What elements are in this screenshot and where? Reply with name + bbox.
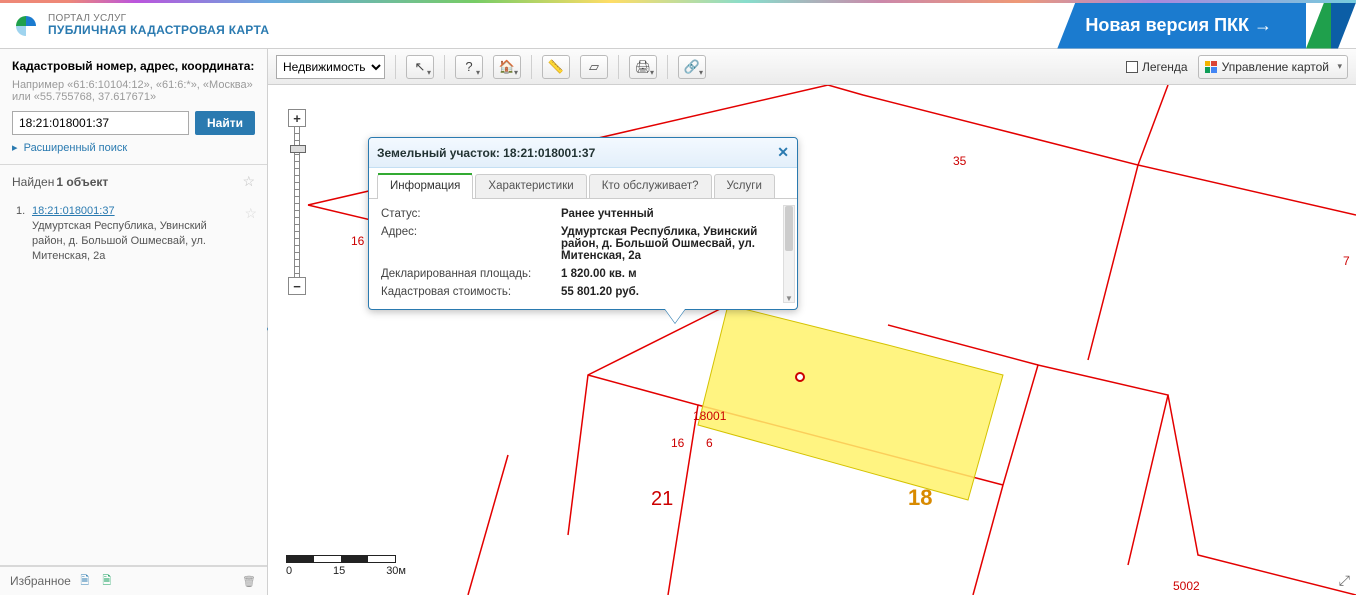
chevron-right-icon: ▸: [12, 142, 18, 154]
info-row: Адрес:Удмуртская Республика, Увинский ра…: [381, 223, 785, 265]
zoom-handle[interactable]: [290, 145, 306, 153]
help-tool[interactable]: ?: [455, 55, 483, 79]
scale-bar: 0 15 30м: [286, 555, 406, 577]
close-icon[interactable]: ✕: [777, 144, 789, 161]
grid-icon: [1205, 61, 1217, 73]
header-accent: [1306, 3, 1356, 49]
zoom-track[interactable]: [294, 127, 300, 277]
tab-info[interactable]: Информация: [377, 174, 473, 198]
info-row: Декларированная площадь:1 820.00 кв. м: [381, 265, 785, 283]
svg-text:5002: 5002: [1173, 579, 1200, 593]
link-tool[interactable]: 🔗: [678, 55, 706, 79]
app-title: ПУБЛИЧНАЯ КАДАСТРОВАЯ КАРТА: [48, 24, 269, 38]
fullscreen-icon[interactable]: ⤢: [1339, 572, 1350, 589]
tab-services[interactable]: Услуги: [714, 174, 775, 198]
zoom-in-button[interactable]: +: [288, 109, 306, 127]
new-version-button[interactable]: Новая версия ПКК →: [1057, 3, 1306, 49]
print-tool[interactable]: 🖨: [629, 55, 657, 79]
star-icon[interactable]: ☆: [242, 173, 255, 190]
svg-text:35: 35: [953, 154, 967, 168]
measure-area-tool[interactable]: ▱: [580, 55, 608, 79]
search-hint: Например «61:6:10104:12», «61:6:*», «Мос…: [0, 79, 267, 111]
svg-text:6: 6: [706, 436, 713, 450]
tab-characteristics[interactable]: Характеристики: [475, 174, 586, 198]
svg-text:7: 7: [1343, 254, 1350, 268]
map-toolbar: Недвижимость ↖ ? 🏠 📏 ▱ 🖨 🔗 Легенда: [268, 49, 1356, 85]
results-summary: Найден 1 объект ☆: [0, 165, 267, 198]
chevron-down-icon[interactable]: ▼: [784, 294, 794, 303]
legend-toggle[interactable]: Легенда: [1126, 60, 1188, 74]
sidebar: Кадастровый номер, адрес, координата: На…: [0, 49, 268, 595]
svg-text:18001: 18001: [693, 409, 727, 423]
result-cadastral-link[interactable]: 18:21:018001:37: [32, 204, 240, 219]
popup-tabs: Информация Характеристики Кто обслуживае…: [369, 168, 797, 199]
popup-title: Земельный участок: 18:21:018001:37: [377, 146, 595, 160]
logo-icon: [12, 12, 40, 40]
search-input[interactable]: [12, 111, 189, 135]
parcel-popup: Земельный участок: 18:21:018001:37 ✕ Инф…: [368, 137, 798, 310]
measure-line-tool[interactable]: 📏: [542, 55, 570, 79]
star-icon[interactable]: ☆: [244, 204, 257, 263]
pointer-tool[interactable]: ↖: [406, 55, 434, 79]
svg-text:16: 16: [671, 436, 685, 450]
search-button[interactable]: Найти: [195, 111, 255, 135]
result-number: 1.: [16, 204, 32, 263]
object-type-select[interactable]: Недвижимость: [276, 55, 385, 79]
advanced-search-link[interactable]: Расширенный поиск: [24, 142, 128, 154]
new-version-label: Новая версия ПКК →: [1085, 15, 1272, 36]
trash-icon[interactable]: 🗑: [241, 573, 257, 589]
manage-map-button[interactable]: Управление картой: [1198, 55, 1348, 79]
info-tool[interactable]: 🏠: [493, 55, 521, 79]
svg-text:16: 16: [351, 234, 365, 248]
favorites-label: Избранное: [10, 574, 71, 588]
result-item[interactable]: 1. 18:21:018001:37 Удмуртская Республика…: [0, 198, 267, 273]
app-header: ПОРТАЛ УСЛУГ ПУБЛИЧНАЯ КАДАСТРОВАЯ КАРТА…: [0, 3, 1356, 49]
popup-scrollbar[interactable]: ▲ ▼: [783, 205, 795, 303]
info-row: Статус:Ранее учтенный: [381, 205, 785, 223]
result-address: Удмуртская Республика, Увинский район, д…: [32, 219, 240, 264]
scroll-thumb[interactable]: [785, 206, 793, 251]
tab-serviced-by[interactable]: Кто обслуживает?: [589, 174, 712, 198]
checkbox-icon: [1126, 61, 1138, 73]
svg-text:18: 18: [908, 485, 932, 510]
zoom-control: + −: [288, 109, 306, 295]
logo-block[interactable]: ПОРТАЛ УСЛУГ ПУБЛИЧНАЯ КАДАСТРОВАЯ КАРТА: [0, 12, 281, 40]
search-label: Кадастровый номер, адрес, координата:: [0, 49, 267, 79]
favorites-bar: Избранное 🗎 🗎 🗑: [0, 566, 267, 595]
info-row: Кадастровая стоимость:55 801.20 руб.: [381, 283, 785, 301]
svg-text:21: 21: [651, 488, 673, 510]
logo-text: ПОРТАЛ УСЛУГ ПУБЛИЧНАЯ КАДАСТРОВАЯ КАРТА: [48, 13, 269, 38]
export-xls-icon[interactable]: 🗎: [99, 573, 115, 589]
map-canvas[interactable]: 16 35 7 18001 16 6 21 18 5002 Земельный …: [268, 85, 1356, 595]
popup-body: Статус:Ранее учтенный Адрес:Удмуртская Р…: [369, 199, 797, 309]
export-doc-icon[interactable]: 🗎: [77, 573, 93, 589]
map-area: Недвижимость ↖ ? 🏠 📏 ▱ 🖨 🔗 Легенда: [268, 49, 1356, 595]
zoom-out-button[interactable]: −: [288, 277, 306, 295]
